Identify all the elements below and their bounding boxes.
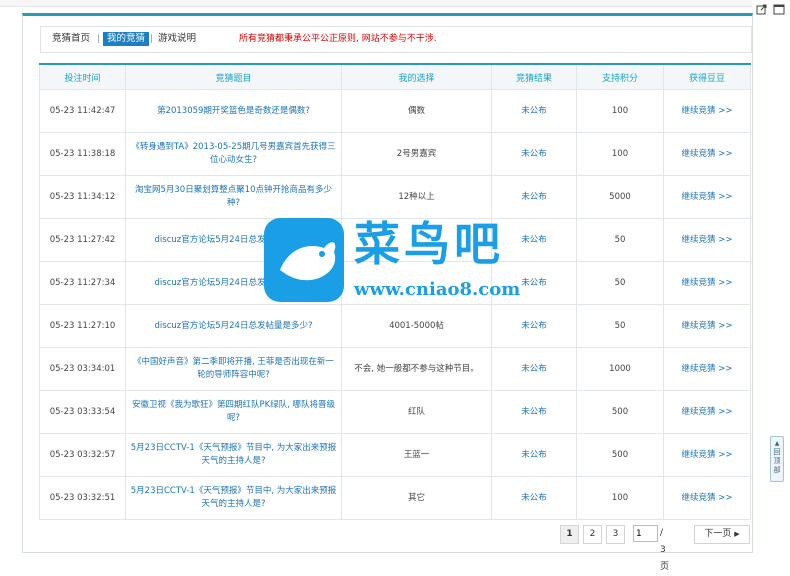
table-row: 05-23 03:32:57 5月23日CCTV-1《天气预报》节目中, 为大家出… xyxy=(39,433,751,477)
continue-guess-link[interactable]: 继续竞猜 >> xyxy=(663,132,751,176)
choice-cell: 王蓝一 xyxy=(341,433,492,477)
result-cell: 未公布 xyxy=(491,132,577,176)
table-row: 05-23 03:32:51 5月23日CCTV-1《天气预报》节目中, 为大家出… xyxy=(39,476,751,520)
table-row: 05-23 03:33:54 安徽卫视《我为歌狂》第四期红队PK绿队, 哪队将晋级… xyxy=(39,390,751,434)
window-icon[interactable] xyxy=(772,3,786,17)
page-2-button[interactable]: 2 xyxy=(583,525,602,544)
tab-my-guesses[interactable]: 我的竞猜 xyxy=(103,32,150,46)
fairness-notice: 所有竞猜都秉承公平公正原则, 网站不参与不干涉. xyxy=(239,34,437,44)
choice-cell: 其它 xyxy=(341,476,492,520)
bet-time-cell: 05-23 11:34:12 xyxy=(39,175,126,219)
page-3-button[interactable]: 3 xyxy=(606,525,625,544)
table-row: 05-23 03:34:01 《中国好声音》第二季即将开播, 王菲是否出现在新一轮… xyxy=(39,347,751,391)
continue-guess-link[interactable]: 继续竞猜 >> xyxy=(663,175,751,219)
continue-guess-link[interactable]: 继续竞猜 >> xyxy=(663,261,751,305)
header-bet-time: 投注时间 xyxy=(39,63,126,90)
continue-guess-link[interactable]: 继续竞猜 >> xyxy=(663,476,751,520)
result-cell: 未公布 xyxy=(491,390,577,434)
bet-time-cell: 05-23 03:32:51 xyxy=(39,476,126,520)
result-cell: 未公布 xyxy=(491,304,577,348)
subject-link[interactable]: 安徽卫视《我为歌狂》第四期红队PK绿队, 哪队将晋级呢? xyxy=(125,390,342,434)
points-cell: 100 xyxy=(576,476,664,520)
subject-link[interactable]: 5月23日CCTV-1《天气预报》节目中, 为大家出来预报天气的主持人是? xyxy=(125,476,342,520)
continue-guess-link[interactable]: 继续竞猜 >> xyxy=(663,89,751,133)
points-cell: 1000 xyxy=(576,347,664,391)
watermark-brand: 菜鸟吧 xyxy=(354,217,504,271)
guess-nav: 竞猜首页 | 我的竞猜 | 游戏说明 所有竞猜都秉承公平公正原则, 网站不参与不… xyxy=(40,26,752,53)
header-points: 支持积分 xyxy=(576,63,664,90)
bet-time-cell: 05-23 11:27:10 xyxy=(39,304,126,348)
choice-cell: 4001-5000帖 xyxy=(341,304,492,348)
continue-guess-link[interactable]: 继续竞猜 >> xyxy=(663,433,751,477)
watermark-logo: 菜鸟吧 www.cniao8.com xyxy=(262,212,524,310)
continue-guess-link[interactable]: 继续竞猜 >> xyxy=(663,218,751,262)
result-cell: 未公布 xyxy=(491,89,577,133)
next-page-label: 下一页 xyxy=(704,529,732,539)
continue-guess-link[interactable]: 继续竞猜 >> xyxy=(663,390,751,434)
caret-up-icon: ▲ xyxy=(774,440,780,447)
choice-cell: 偶数 xyxy=(341,89,492,133)
points-cell: 5000 xyxy=(576,175,664,219)
tab-home[interactable]: 竞猜首页 xyxy=(52,32,90,46)
points-cell: 50 xyxy=(576,218,664,262)
header-result: 竞猜结果 xyxy=(491,63,577,90)
bet-time-cell: 05-23 11:38:18 xyxy=(39,132,126,176)
bet-time-cell: 05-23 03:34:01 xyxy=(39,347,126,391)
nav-separator: | xyxy=(150,34,154,44)
subject-link[interactable]: 《转身遇到TA》2013-05-25期几号男嘉宾首先获得三位心动女生? xyxy=(125,132,342,176)
top-strip xyxy=(0,0,752,7)
bet-time-cell: 05-23 03:32:57 xyxy=(39,433,126,477)
back-to-top-button[interactable]: ▲ 回顶部 xyxy=(770,436,784,482)
continue-guess-link[interactable]: 继续竞猜 >> xyxy=(663,347,751,391)
subject-link[interactable]: 5月23日CCTV-1《天气预报》节目中, 为大家出来预报天气的主持人是? xyxy=(125,433,342,477)
header-reward: 获得豆豆 xyxy=(663,63,751,90)
page-1-button[interactable]: 1 xyxy=(560,525,579,544)
points-cell: 50 xyxy=(576,304,664,348)
bet-time-cell: 05-23 11:27:42 xyxy=(39,218,126,262)
table-row: 05-23 11:27:10 discuz官方论坛5月24日总发帖量是多少? 400… xyxy=(39,304,751,348)
caret-right-icon: ▶ xyxy=(734,530,740,538)
choice-cell: 不会, 她一般都不参与这种节目。 xyxy=(341,347,492,391)
bet-time-cell: 05-23 03:33:54 xyxy=(39,390,126,434)
result-cell: 未公布 xyxy=(491,433,577,477)
page-jump-input[interactable] xyxy=(633,525,658,542)
back-to-top-label: 回顶部 xyxy=(773,448,781,474)
nav-separator: | xyxy=(97,34,101,44)
points-cell: 100 xyxy=(576,132,664,176)
subject-link[interactable]: 《中国好声音》第二季即将开播, 王菲是否出现在新一轮的导师阵容中呢? xyxy=(125,347,342,391)
points-cell: 500 xyxy=(576,390,664,434)
result-cell: 未公布 xyxy=(491,476,577,520)
header-my-choice: 我的选择 xyxy=(341,63,492,90)
result-cell: 未公布 xyxy=(491,347,577,391)
table-row: 05-23 11:38:18 《转身遇到TA》2013-05-25期几号男嘉宾首先… xyxy=(39,132,751,176)
next-page-button[interactable]: 下一页 ▶ xyxy=(694,525,750,544)
table-header-row: 投注时间 竞猜题目 我的选择 竞猜结果 支持积分 获得豆豆 xyxy=(39,63,751,90)
subject-link[interactable]: discuz官方论坛5月24日总发帖量是多少? xyxy=(125,304,342,348)
bet-time-cell: 05-23 11:42:47 xyxy=(39,89,126,133)
subject-link[interactable]: 第2013059期开奖篮色是奇数还是偶数? xyxy=(125,89,342,133)
choice-cell: 红队 xyxy=(341,390,492,434)
bet-time-cell: 05-23 11:27:34 xyxy=(39,261,126,305)
choice-cell: 2号男嘉宾 xyxy=(341,132,492,176)
watermark-url: www.cniao8.com xyxy=(354,279,521,300)
continue-guess-link[interactable]: 继续竞猜 >> xyxy=(663,304,751,348)
share-icon[interactable] xyxy=(755,3,769,17)
points-cell: 100 xyxy=(576,89,664,133)
header-subject: 竞猜题目 xyxy=(125,63,342,90)
points-cell: 500 xyxy=(576,433,664,477)
points-cell: 50 xyxy=(576,261,664,305)
tab-game-help[interactable]: 游戏说明 xyxy=(158,32,196,46)
table-row: 05-23 11:42:47 第2013059期开奖篮色是奇数还是偶数? 偶数 未公布… xyxy=(39,89,751,133)
